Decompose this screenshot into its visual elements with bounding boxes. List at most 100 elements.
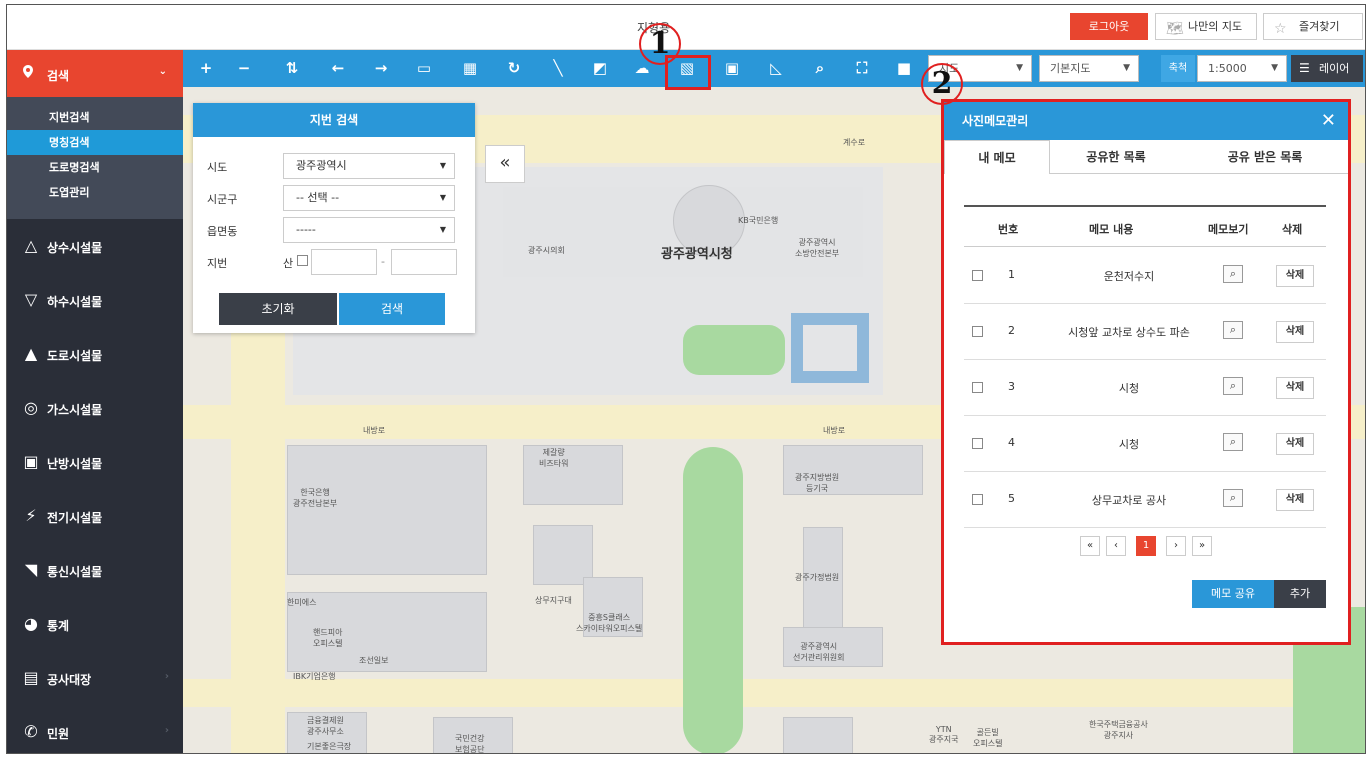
capture-icon[interactable]: ▣ xyxy=(715,50,749,87)
sidebar-item-gas[interactable]: ◎ 가스시설물 xyxy=(7,381,183,435)
page-prev-button[interactable]: ‹ xyxy=(1106,536,1126,556)
map-label-election: 광주광역시 선거관리위원회 xyxy=(793,642,845,662)
plug-icon: ⚡ xyxy=(25,506,37,525)
row-number: 4 xyxy=(1008,436,1015,449)
search-submenu: 지번검색 명칭검색 도로명검색 도엽관리 xyxy=(7,97,183,219)
sidebar-item-road[interactable]: ▲ 도로시설물 xyxy=(7,327,183,381)
sidebar-item-search[interactable]: 검색 ⌄ xyxy=(7,50,183,97)
sidebar-item-complaint[interactable]: ✆ 민원 › xyxy=(7,705,183,753)
refresh-icon[interactable]: ↻ xyxy=(497,50,531,87)
map-label-court-registry: 광주지방법원 등기국 xyxy=(795,473,840,493)
submenu-name-search[interactable]: 명칭검색 xyxy=(7,130,183,155)
arrow-right-icon[interactable]: → xyxy=(364,50,398,87)
sidebar-item-water[interactable]: △ 상수시설물 xyxy=(7,219,183,273)
jibun-main-input[interactable] xyxy=(311,249,377,275)
measure-distance-icon[interactable]: ╲ xyxy=(541,50,575,87)
magnifier-icon[interactable]: ⌕ xyxy=(803,50,837,87)
print-icon[interactable]: ▭ xyxy=(407,50,441,87)
map-type-select-2[interactable]: 기본지도 ▼ xyxy=(1039,55,1139,82)
delete-button[interactable]: 삭제 xyxy=(1276,489,1314,511)
delete-button[interactable]: 삭제 xyxy=(1276,265,1314,287)
map-park xyxy=(683,447,743,753)
add-memo-button[interactable]: 추가 xyxy=(1274,580,1326,608)
view-memo-icon[interactable]: ⌕ xyxy=(1223,377,1243,395)
row-checkbox[interactable] xyxy=(972,382,983,393)
view-memo-icon[interactable]: ⌕ xyxy=(1223,489,1243,507)
map-building xyxy=(523,445,623,505)
map-label-council: 광주시의회 xyxy=(528,246,565,255)
row-checkbox[interactable] xyxy=(972,326,983,337)
view-memo-icon[interactable]: ⌕ xyxy=(1223,433,1243,451)
sidebar-item-telecom[interactable]: ◥ 통신시설물 xyxy=(7,543,183,597)
share-memo-button[interactable]: 메모 공유 xyxy=(1192,580,1274,608)
pan-icon[interactable]: ⇅ xyxy=(275,50,309,87)
page-next-button[interactable]: › xyxy=(1166,536,1186,556)
sidebar-item-construction[interactable]: ▤ 공사대장 › xyxy=(7,651,183,705)
layer-button[interactable]: ☰ 레이어 xyxy=(1291,55,1363,82)
san-checkbox[interactable] xyxy=(297,255,308,266)
fullscreen-icon[interactable]: ⛶ xyxy=(845,50,879,87)
area-select-icon[interactable]: ◺ xyxy=(759,50,793,87)
sido-select[interactable]: 광주광역시 ▼ xyxy=(283,153,455,179)
zoom-in-icon[interactable]: + xyxy=(189,50,223,87)
scale-select[interactable]: 1:5000 ▼ xyxy=(1197,55,1287,82)
sidebar-item-sewer[interactable]: ▽ 하수시설물 xyxy=(7,273,183,327)
logout-button[interactable]: 로그아웃 xyxy=(1070,13,1148,40)
row-checkbox[interactable] xyxy=(972,270,983,281)
sido-row: 시도 광주광역시 ▼ xyxy=(207,153,467,179)
map-toolbar: + − ⇅ ← → ▭ ▦ ↻ ╲ ◩ ☁ ▧ ▣ ◺ ⌕ ⛶ ■ 지도 ▼ 기… xyxy=(183,50,1365,87)
map-label-hanies: 한미에스 xyxy=(287,598,317,607)
page-first-button[interactable]: « xyxy=(1080,536,1100,556)
arrow-left-icon[interactable]: ← xyxy=(321,50,355,87)
sidebar-item-electric[interactable]: ⚡ 전기시설물 xyxy=(7,489,183,543)
base-map-value: 기본지도 xyxy=(1050,62,1091,75)
page-current[interactable]: 1 xyxy=(1136,536,1156,556)
edit-area-icon[interactable]: ◩ xyxy=(583,50,617,87)
row-content: 운천저수지 xyxy=(1103,270,1155,283)
sidebar: 검색 ⌄ 지번검색 명칭검색 도로명검색 도엽관리 △ 상수시설물 ▽ 하수시설물 … xyxy=(7,50,183,753)
sidebar-item-label: 하수시설물 xyxy=(47,295,103,309)
submenu-road-search[interactable]: 도로명검색 xyxy=(7,155,183,180)
delete-button[interactable]: 삭제 xyxy=(1276,433,1314,455)
road-icon: ▲ xyxy=(24,344,38,363)
sigungu-select[interactable]: -- 선택 -- ▼ xyxy=(283,185,455,211)
sidebar-item-heating[interactable]: ▣ 난방시설물 xyxy=(7,435,183,489)
search-button[interactable]: 검색 xyxy=(339,293,445,325)
jibun-row: 지번 산 - xyxy=(207,249,467,275)
video-icon[interactable]: ■ xyxy=(887,50,921,87)
reset-button[interactable]: 초기화 xyxy=(219,293,337,325)
tab-my-memo[interactable]: 내 메모 xyxy=(944,140,1050,174)
emd-select[interactable]: ----- ▼ xyxy=(283,217,455,243)
zoom-out-icon[interactable]: − xyxy=(227,50,261,87)
grid-icon[interactable]: ▦ xyxy=(453,50,487,87)
jibun-search-panel: 지번 검색 시도 광주광역시 ▼ 시군구 -- 선택 -- ▼ 읍면동 ----… xyxy=(193,103,475,333)
submenu-jibun-search[interactable]: 지번검색 xyxy=(7,105,183,130)
view-memo-icon[interactable]: ⌕ xyxy=(1223,265,1243,283)
map-label-sangmu-police: 상무지구대 xyxy=(535,596,572,605)
submenu-sheet-manage[interactable]: 도엽관리 xyxy=(7,180,183,205)
map-label-chosun: 조선일보 xyxy=(359,656,389,665)
delete-button[interactable]: 삭제 xyxy=(1276,321,1314,343)
collapse-panel-icon[interactable]: « xyxy=(485,145,525,183)
my-map-button[interactable]: 🗺︎ 나만의 지도 xyxy=(1155,13,1257,40)
map-building xyxy=(287,445,487,575)
delete-button[interactable]: 삭제 xyxy=(1276,377,1314,399)
sido-label: 시도 xyxy=(207,161,228,174)
close-icon[interactable]: ✕ xyxy=(1321,102,1336,140)
search-panel-title: 지번 검색 xyxy=(193,103,475,137)
page-last-button[interactable]: » xyxy=(1192,536,1212,556)
row-checkbox[interactable] xyxy=(972,438,983,449)
tab-received[interactable]: 공유 받은 목록 xyxy=(1182,140,1348,174)
jibun-sub-input[interactable] xyxy=(391,249,457,275)
sidebar-item-stats[interactable]: ◕ 통계 xyxy=(7,597,183,651)
favorites-button[interactable]: ☆ 즐겨찾기 xyxy=(1263,13,1363,40)
table-row: 2 시청앞 교차로 상수도 파손 ⌕ 삭제 xyxy=(964,304,1326,360)
map-label-housing-finance: 한국주택금융공사 광주지사 xyxy=(1089,720,1148,740)
caret-down-icon: ▼ xyxy=(439,161,446,170)
caret-down-icon: ▼ xyxy=(1123,63,1130,73)
row-checkbox[interactable] xyxy=(972,494,983,505)
emd-value: ----- xyxy=(296,223,316,236)
view-memo-icon[interactable]: ⌕ xyxy=(1223,321,1243,339)
tab-shared[interactable]: 공유한 목록 xyxy=(1050,140,1182,174)
map-label-kb-bank: KB국민은행 xyxy=(738,216,779,225)
